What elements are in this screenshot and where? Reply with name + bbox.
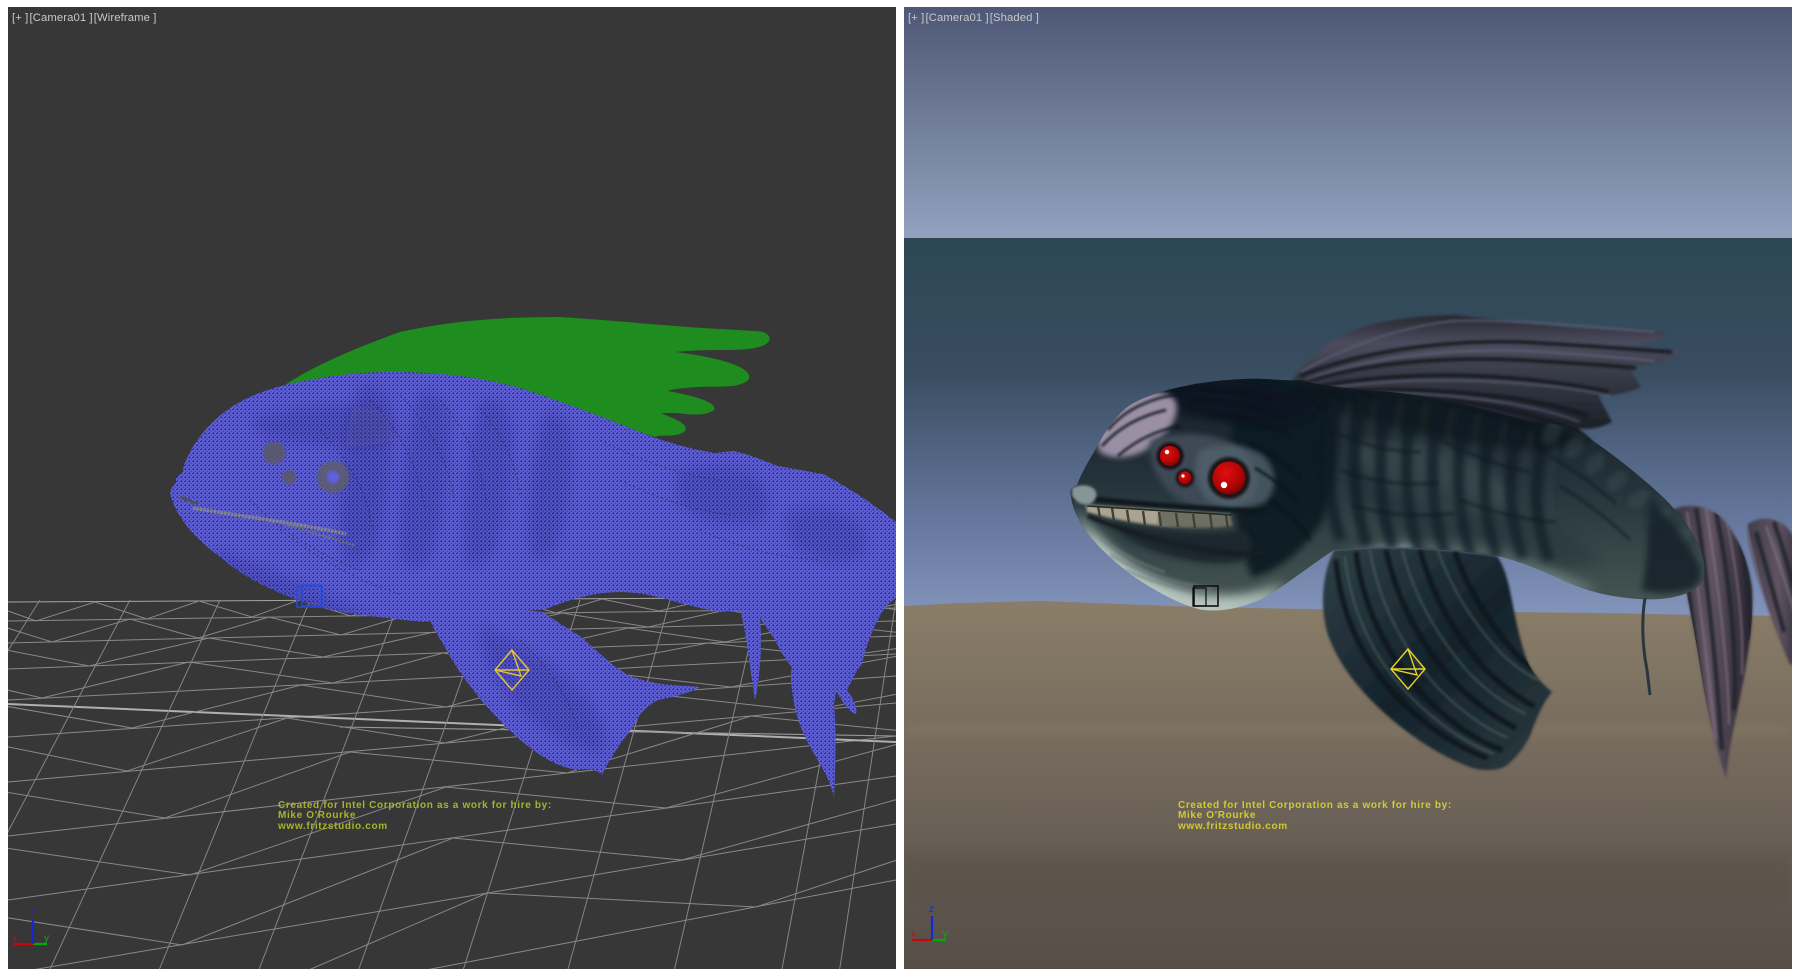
svg-text:y: y (44, 933, 49, 944)
svg-text:[+ ] [Camera01 ] [Shaded ]: [+ ] [Camera01 ] [Shaded ] (908, 12, 1039, 24)
svg-text:z: z (929, 904, 934, 915)
svg-text:y: y (943, 929, 948, 940)
svg-text:z: z (30, 908, 35, 919)
svg-text:x: x (12, 933, 17, 944)
svg-text:Mike O'Rourke: Mike O'Rourke (1178, 810, 1256, 821)
svg-text:www.fritzstudio.com: www.fritzstudio.com (277, 821, 388, 832)
svg-text:[+ ] [Camera01 ] [Wireframe ]: [+ ] [Camera01 ] [Wireframe ] (12, 12, 156, 24)
svg-text:x: x (911, 929, 916, 940)
svg-text:www.fritzstudio.com: www.fritzstudio.com (1177, 821, 1288, 832)
svg-text:Mike O'Rourke: Mike O'Rourke (278, 810, 356, 821)
